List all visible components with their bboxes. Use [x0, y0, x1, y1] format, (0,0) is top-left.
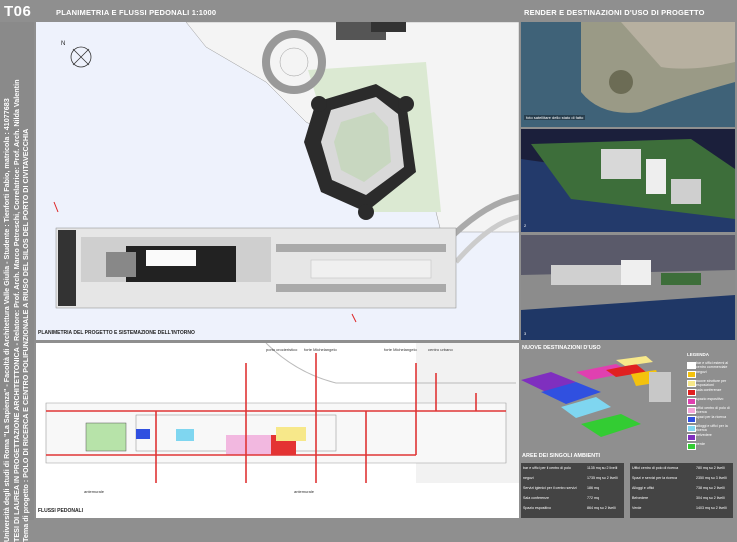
- flows-panel: porto crocieristico forte Michelangelo f…: [36, 343, 519, 518]
- legend-swatch: [687, 371, 696, 378]
- render-3-number: 3: [524, 331, 527, 336]
- vertical-line-1: Università degli studi di Roma "La Sapie…: [2, 98, 11, 542]
- legend-swatch: [687, 416, 696, 423]
- render-2-number: 2: [524, 223, 527, 228]
- area-name: bar e uffici per il centro di polo: [523, 466, 571, 470]
- board-code: T06: [4, 3, 32, 20]
- table-row: Uffici centro di polo di ricerca 780 mq s…: [632, 466, 731, 472]
- render-aerial-2: 2: [521, 129, 735, 232]
- legend-label: negozi: [696, 370, 707, 374]
- table-row: negozi 1735 mq su 2 livelli: [523, 476, 622, 482]
- legend-label: nuove strutture per esposizioni: [696, 379, 727, 387]
- legend-label: bar e uffici esterni al centro commercia…: [696, 361, 729, 369]
- area-name: Alloggi e uffici: [632, 486, 655, 490]
- vertical-info-strip: Università degli studi di Roma "La Sapie…: [0, 22, 34, 542]
- site-plan-drawing: N: [53, 22, 519, 323]
- flows-caption: FLUSSI PEDONALI: [38, 508, 84, 514]
- area-name: Uffici centro di polo di ricerca: [632, 466, 679, 470]
- svg-text:N: N: [61, 41, 65, 47]
- legend-panel: LEGENDA bar e uffici esterni al centro c…: [683, 352, 735, 450]
- legend-swatch: [687, 425, 696, 432]
- table-row: bar e uffici per il centro di polo 1135 m…: [523, 466, 622, 472]
- table-row: Verde 1403 mq su 2 livelli: [632, 506, 731, 512]
- table-row: Belvedere 304 mq su 2 livelli: [632, 496, 731, 502]
- areas-title: AREE DEI SINGOLI AMBIENTI: [522, 453, 601, 459]
- legend-swatch: [687, 443, 696, 450]
- legend-swatch: [687, 407, 696, 414]
- areas-table-col1: bar e uffici per il centro di polo 1135 m…: [521, 463, 624, 518]
- render-satellite-caption: foto satellitare dello stato di fatto: [524, 115, 586, 120]
- site-plan-panel: N PLANIMETRIA DEL PROGETTO E SISTEMAZION…: [36, 22, 519, 340]
- render-satellite: foto satellitare dello stato di fatto: [521, 22, 735, 127]
- table-row: Alloggi e uffici 738 mq su 2 livelli: [632, 486, 731, 492]
- area-value: 1135 mq su 2 livelli: [587, 466, 618, 470]
- legend-label: spazi per la ricerca: [696, 415, 727, 419]
- presentation-board: T06 PLANIMETRIA E FLUSSI PEDONALI 1:1000…: [0, 0, 737, 542]
- table-row: Servizi igienici per il centro servizi 18…: [523, 486, 622, 492]
- flow-label-antemurale-2: antemurale: [294, 489, 315, 494]
- legend-label: alloggi e uffici per la ricerca: [696, 424, 728, 432]
- table-row: Spazi e servizi per la ricerca 2350 mq su…: [632, 476, 731, 482]
- flow-label-porto: porto crocieristico: [266, 347, 298, 352]
- flow-label-antemurale-1: antemurale: [84, 489, 105, 494]
- vertical-line-3: Tema di progetto : POLO DI RICERCA E CEN…: [21, 128, 31, 542]
- flows-drawing: [45, 343, 519, 483]
- vertical-line-2: TESI DI LAUREA IN PROGETTAZIONE ARCHITET…: [11, 79, 21, 542]
- flow-label-forte-2: forte Michelangelo: [384, 347, 417, 352]
- legend-swatch: [687, 380, 696, 387]
- vertical-text-block: Università degli studi di Roma "La Sapie…: [2, 44, 31, 542]
- areas-table-col2: Uffici centro di polo di ricerca 780 mq s…: [630, 463, 733, 518]
- area-value: 738 mq su 2 livelli: [696, 486, 725, 490]
- area-name: Belvedere: [632, 496, 649, 500]
- area-name: Verde: [632, 506, 642, 510]
- legend-swatch: [687, 362, 696, 369]
- area-name: Spazio espositivo: [523, 506, 551, 510]
- area-name: Spazi e servizi per la ricerca: [632, 476, 677, 480]
- area-value: 304 mq su 2 livelli: [696, 496, 725, 500]
- area-name: Sala conferenze: [523, 496, 549, 500]
- legend-label: sala conferenze: [696, 388, 722, 392]
- legend-label: spazio espositivo: [696, 397, 724, 401]
- flow-label-forte-1: forte Michelangelo: [304, 347, 337, 352]
- area-name: Servizi igienici per il centro servizi: [523, 486, 577, 490]
- area-value: 772 mq: [587, 496, 599, 500]
- area-value: 1403 mq su 2 livelli: [696, 506, 727, 510]
- render-aerial-3: 3: [521, 235, 735, 340]
- legend-label: belvedere: [696, 433, 712, 437]
- flow-label-centro: centro urbano: [428, 347, 453, 352]
- legend-label: verde: [696, 442, 705, 446]
- area-value: 2350 mq su 3 livelli: [696, 476, 727, 480]
- destinations-title: NUOVE DESTINAZIONI D'USO: [522, 345, 601, 351]
- table-row: Sala conferenze 772 mq: [523, 496, 622, 502]
- legend-label: uffici centro di polo di ricerca: [696, 406, 730, 414]
- area-name: negozi: [523, 476, 534, 480]
- legend-swatch: [687, 389, 696, 396]
- table-row: Spazio espositivo 864 mq su 2 livelli: [523, 506, 622, 512]
- legend-swatch: [687, 434, 696, 441]
- area-value: 780 mq su 2 livelli: [696, 466, 725, 470]
- render-title: RENDER E DESTINAZIONI D'USO DI PROGETTO: [524, 8, 705, 17]
- legend-title: LEGENDA: [687, 352, 710, 357]
- site-plan-caption: PLANIMETRIA DEL PROGETTO E SISTEMAZIONE …: [38, 330, 195, 336]
- area-value: 186 mq: [587, 486, 599, 490]
- legend-swatch: [687, 398, 696, 405]
- area-value: 864 mq su 2 livelli: [587, 506, 616, 510]
- legend-item: verde: [683, 442, 735, 452]
- area-value: 1735 mq su 2 livelli: [587, 476, 618, 480]
- plan-title: PLANIMETRIA E FLUSSI PEDONALI 1:1000: [56, 8, 217, 17]
- destinations-diagram: [521, 352, 681, 450]
